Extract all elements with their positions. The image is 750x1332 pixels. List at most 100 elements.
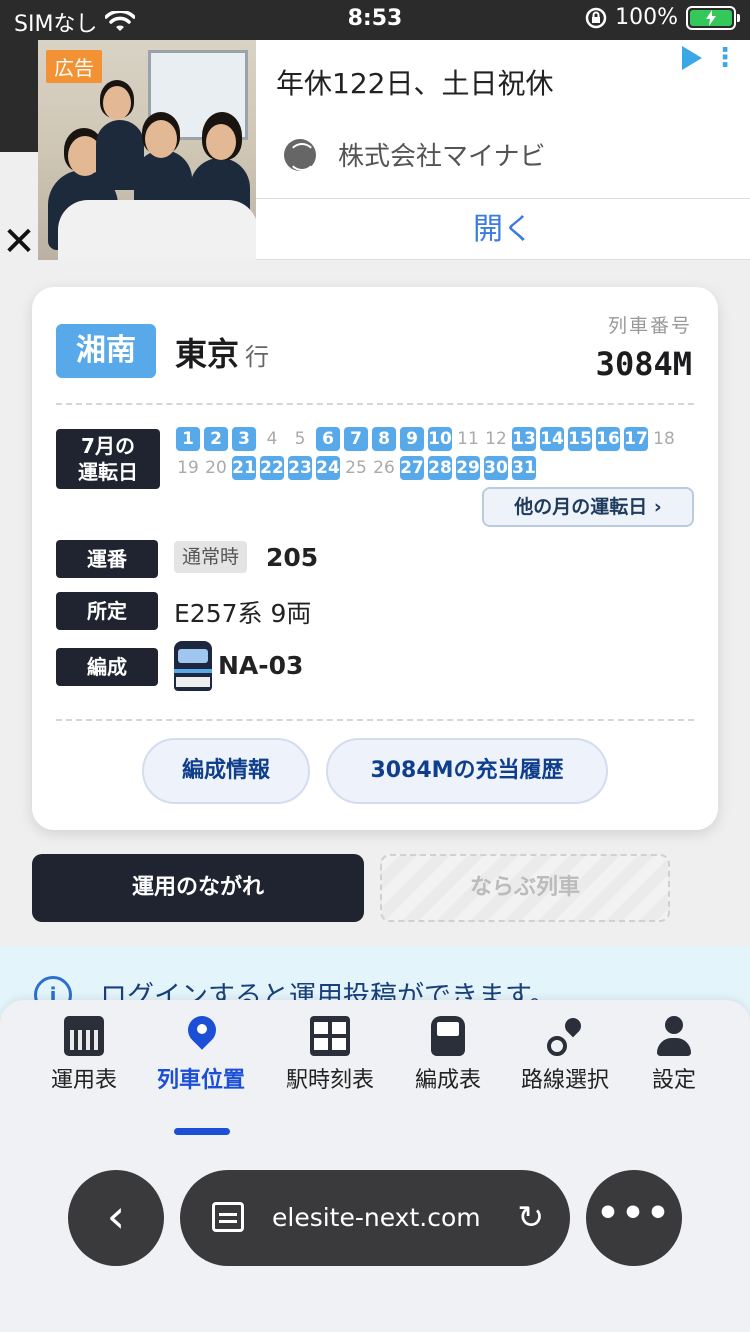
- user-icon: [654, 1016, 694, 1056]
- operating-day: 8: [372, 427, 396, 451]
- nav-item-route-select[interactable]: 路線選択: [510, 1016, 620, 1094]
- nav-item-station-timetable[interactable]: 駅時刻表: [275, 1016, 385, 1094]
- assigned-label: 所定: [56, 592, 158, 630]
- nav-label: 運用表: [50, 1068, 117, 1093]
- globe-icon: [284, 138, 316, 171]
- operating-day: 13: [512, 427, 536, 451]
- operating-day: 28: [428, 456, 452, 480]
- divider: [56, 719, 694, 721]
- nav-item-train-position[interactable]: 列車位置: [146, 1016, 256, 1094]
- nav-label: 路線選択: [520, 1068, 609, 1093]
- non-operating-day: 12: [485, 429, 507, 449]
- operating-day: 27: [400, 456, 424, 480]
- assignment-history-button[interactable]: 3084Mの充当履歴: [326, 738, 608, 804]
- nav-label: 設定: [651, 1068, 696, 1093]
- formation-value[interactable]: NA-03: [218, 651, 303, 680]
- status-right: 100%: [585, 5, 740, 30]
- operating-day: 31: [512, 456, 536, 480]
- bottom-panel: 運用表 列車位置 駅時刻表 編成表 路線選択 設定: [0, 1000, 750, 1332]
- operating-day: 2: [204, 427, 228, 451]
- operating-day: 24: [316, 456, 340, 480]
- destination-suffix: 行: [245, 343, 270, 371]
- ad-close-icon[interactable]: ✕: [0, 222, 38, 262]
- train-number: 3084M: [595, 345, 692, 383]
- other-month-button[interactable]: 他の月の運転日 ›: [482, 487, 694, 527]
- map-pin-icon: [186, 1016, 216, 1056]
- tab-lined-trains[interactable]: ならぶ列車: [380, 854, 670, 922]
- battery-charging-icon: [686, 5, 740, 30]
- reload-icon[interactable]: ↻: [517, 1200, 544, 1234]
- operating-day: 17: [624, 427, 648, 451]
- operating-day: 10: [428, 427, 452, 451]
- nav-label: 列車位置: [156, 1068, 245, 1093]
- non-operating-day: 26: [373, 458, 395, 478]
- calendar-row: 1 2 3 4 5 6 7 8 9 10 11 12 13 14 15 16 17 18: [176, 427, 696, 453]
- url-text[interactable]: elesite-next.com: [272, 1203, 481, 1232]
- assigned-value: E257系 9両: [174, 599, 312, 628]
- calendar-label-line1: 7月の: [81, 434, 135, 458]
- non-operating-day: 25: [345, 458, 367, 478]
- formation-label: 編成: [56, 648, 158, 686]
- calendar-row: 19 20 21 22 23 24 25 26 27 28 29 30 31: [176, 456, 696, 482]
- ad-side-panel: [0, 40, 38, 152]
- nav-label: 駅時刻表: [285, 1068, 374, 1093]
- status-bar: SIMなし 8:53 100%: [0, 0, 750, 40]
- calendar-icon: [64, 1016, 104, 1056]
- train-icon: [431, 1016, 465, 1056]
- operation-number: 205: [266, 543, 319, 572]
- ad-menu-icon[interactable]: ⋮: [712, 45, 738, 71]
- operating-day: 14: [540, 427, 564, 451]
- ad-company: 株式会社マイナビ: [284, 136, 545, 173]
- nav-item-settings[interactable]: 設定: [619, 1016, 729, 1094]
- destination-name: 東京: [175, 335, 240, 373]
- non-operating-day: 5: [294, 429, 306, 449]
- browser-more-button[interactable]: •••: [586, 1170, 682, 1266]
- address-bar[interactable]: elesite-next.com ↻: [180, 1170, 570, 1266]
- operating-day: 1: [176, 427, 200, 451]
- battery-percent: 100%: [615, 5, 678, 30]
- calendar-label-line2: 運転日: [78, 460, 138, 484]
- non-operating-day: 20: [205, 458, 227, 478]
- operating-day: 22: [260, 456, 284, 480]
- tab-operation-flow[interactable]: 運用のながれ: [32, 854, 364, 922]
- ad-title[interactable]: 年休122日、土日祝休: [276, 62, 553, 102]
- nav-label: 編成表: [414, 1068, 481, 1093]
- non-operating-day: 19: [177, 458, 199, 478]
- non-operating-day: 11: [457, 429, 479, 449]
- ad-open-button[interactable]: 開く: [256, 198, 750, 260]
- operating-day: 3: [232, 427, 256, 451]
- operating-days-calendar: 1 2 3 4 5 6 7 8 9 10 11 12 13 14 15 16 17 18 19 20 21 22 23 24 2…: [176, 427, 696, 485]
- bottom-nav: 運用表 列車位置 駅時刻表 編成表 路線選択 設定: [0, 1016, 750, 1135]
- page-menu-icon[interactable]: [212, 1202, 244, 1232]
- orientation-lock-icon: [585, 7, 607, 28]
- operating-day: 9: [400, 427, 424, 451]
- line-badge: 湘南: [56, 324, 156, 378]
- operating-day: 30: [484, 456, 508, 480]
- ad-choices-icon[interactable]: [682, 46, 702, 70]
- operating-day: 6: [316, 427, 340, 451]
- train-front-icon: [174, 641, 212, 691]
- calendar-label: 7月の 運転日: [56, 429, 160, 489]
- destination: 東京行: [175, 329, 269, 375]
- route-icon: [545, 1016, 585, 1056]
- operating-day: 29: [456, 456, 480, 480]
- nav-item-formation-table[interactable]: 編成表: [393, 1016, 503, 1094]
- nav-item-operation-table[interactable]: 運用表: [29, 1016, 139, 1094]
- divider: [56, 403, 694, 405]
- operating-day: 7: [344, 427, 368, 451]
- operating-day: 15: [568, 427, 592, 451]
- grid-icon: [310, 1016, 350, 1056]
- non-operating-day: 4: [266, 429, 278, 449]
- train-card: 湘南 東京行 列車番号 3084M 7月の 運転日 1 2 3 4 5 6 7 8 9 10 11 1…: [32, 287, 718, 830]
- ad-banner[interactable]: 広告 年休122日、土日祝休 株式会社マイナビ 開く ⋮: [38, 40, 750, 260]
- operation-label: 運番: [56, 540, 158, 578]
- non-operating-day: 18: [653, 429, 675, 449]
- ad-choices[interactable]: ⋮: [682, 45, 738, 71]
- ad-photo: 広告: [38, 40, 256, 260]
- operation-chip: 通常時: [174, 541, 248, 573]
- browser-back-button[interactable]: ‹: [68, 1170, 164, 1266]
- formation-info-button[interactable]: 編成情報: [142, 738, 310, 804]
- operating-day: 21: [232, 456, 256, 480]
- operating-day: 23: [288, 456, 312, 480]
- ad-badge: 広告: [46, 50, 102, 83]
